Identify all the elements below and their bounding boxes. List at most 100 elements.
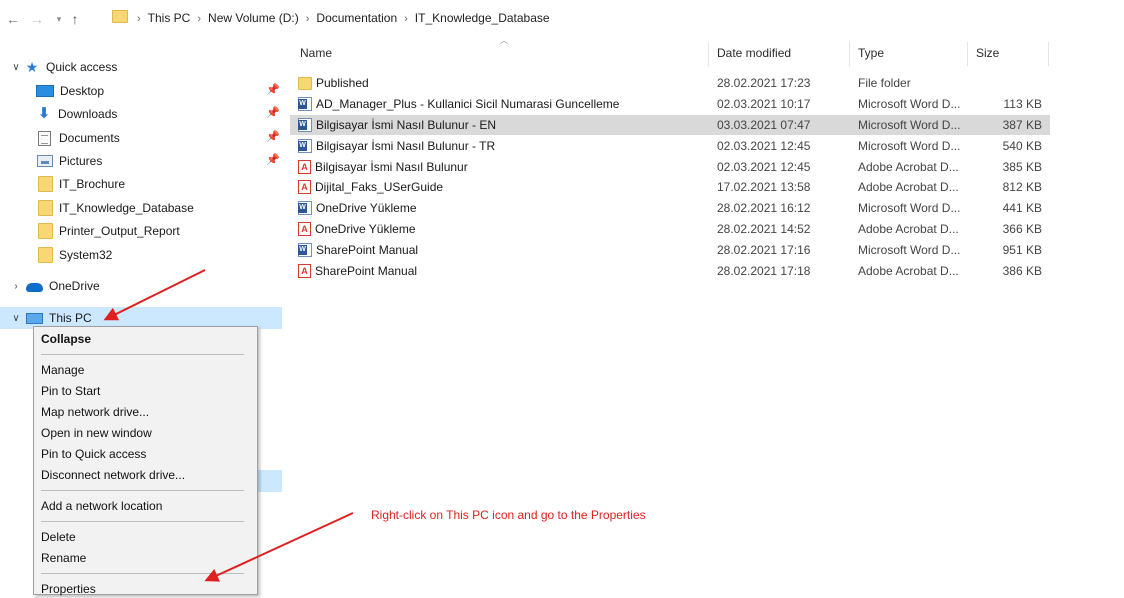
file-name-cell: Bilgisayar İsmi Nasıl Bulunur bbox=[298, 159, 468, 174]
file-name: Bilgisayar İsmi Nasıl Bulunur - EN bbox=[316, 117, 497, 132]
menu-item-rename[interactable]: Rename bbox=[34, 548, 257, 569]
table-row[interactable]: OneDrive Yükleme 28.02.2021 16:12 Micros… bbox=[290, 198, 1050, 219]
file-name: SharePoint Manual bbox=[316, 242, 419, 257]
column-divider[interactable] bbox=[967, 42, 968, 66]
column-header-date-modified[interactable]: Date modified bbox=[717, 46, 791, 60]
table-row[interactable]: Bilgisayar İsmi Nasıl Bulunur 02.03.2021… bbox=[290, 156, 1050, 177]
table-row-selected[interactable]: Bilgisayar İsmi Nasıl Bulunur - EN 03.03… bbox=[290, 114, 1050, 136]
file-name-cell: Bilgisayar İsmi Nasıl Bulunur - EN bbox=[298, 117, 497, 132]
address-bar: ← → ▾ ↑ › This PC › New Volume (D:) › Documen… bbox=[0, 0, 1124, 40]
file-name: OneDrive Yükleme bbox=[315, 221, 416, 236]
menu-separator bbox=[41, 354, 244, 355]
folder-icon bbox=[298, 76, 312, 90]
annotation-text: Right-click on This PC icon and go to th… bbox=[371, 508, 646, 522]
breadcrumb-documentation[interactable]: Documentation bbox=[316, 11, 397, 25]
back-arrow-icon[interactable]: ← bbox=[4, 9, 22, 29]
sidebar-item-label: IT_Brochure bbox=[59, 177, 126, 191]
sidebar-item-desktop[interactable]: Desktop 📌 bbox=[0, 80, 282, 102]
menu-item-pin-to-quick-access[interactable]: Pin to Quick access bbox=[34, 444, 257, 465]
breadcrumb-this-pc[interactable]: This PC bbox=[148, 11, 191, 25]
menu-item-delete[interactable]: Delete bbox=[34, 527, 257, 548]
menu-item-properties[interactable]: Properties bbox=[34, 579, 257, 598]
sidebar-item-quick-access[interactable]: ∨ ★ Quick access bbox=[0, 56, 282, 78]
menu-separator bbox=[41, 490, 244, 491]
table-row[interactable]: OneDrive Yükleme 28.02.2021 14:52 Adobe … bbox=[290, 219, 1050, 240]
menu-item-disconnect-network-drive[interactable]: Disconnect network drive... bbox=[34, 465, 257, 486]
menu-separator bbox=[41, 521, 244, 522]
menu-item-manage[interactable]: Manage bbox=[34, 360, 257, 381]
sidebar-item-label: Printer_Output_Report bbox=[59, 224, 180, 238]
menu-item-pin-to-start[interactable]: Pin to Start bbox=[34, 381, 257, 402]
word-document-icon bbox=[298, 138, 312, 153]
column-divider[interactable] bbox=[849, 42, 850, 66]
column-divider[interactable] bbox=[1048, 42, 1049, 66]
file-name-cell: OneDrive Yükleme bbox=[298, 221, 416, 236]
file-size: 540 KB bbox=[1002, 138, 1042, 153]
file-rows: Published 28.02.2021 17:23 File folder A… bbox=[290, 73, 1050, 281]
expand-chevron-icon[interactable]: ∨ bbox=[10, 313, 22, 324]
file-name: Published bbox=[316, 76, 369, 91]
sidebar-item-onedrive[interactable]: › OneDrive bbox=[0, 275, 282, 297]
table-row[interactable]: SharePoint Manual 28.02.2021 17:16 Micro… bbox=[290, 239, 1050, 260]
expand-chevron-icon[interactable]: ∨ bbox=[10, 62, 22, 73]
breadcrumb-it-knowledge-database[interactable]: IT_Knowledge_Database bbox=[415, 11, 550, 25]
sidebar-item-label: Pictures bbox=[59, 154, 103, 168]
date-modified: 28.02.2021 17:16 bbox=[717, 242, 811, 257]
hovered-sidebar-item[interactable] bbox=[256, 470, 282, 492]
sidebar-item-label: OneDrive bbox=[49, 279, 100, 293]
up-arrow-icon[interactable]: ↑ bbox=[66, 9, 84, 29]
file-name: Bilgisayar İsmi Nasıl Bulunur - TR bbox=[316, 138, 496, 153]
collapsed-chevron-icon[interactable]: › bbox=[10, 281, 22, 292]
sidebar-item-it-brochure[interactable]: IT_Brochure bbox=[0, 173, 282, 195]
forward-arrow-icon[interactable]: → bbox=[28, 9, 46, 29]
sidebar-item-it-knowledge-database[interactable]: IT_Knowledge_Database bbox=[0, 197, 282, 219]
table-row[interactable]: SharePoint Manual 28.02.2021 17:18 Adobe… bbox=[290, 260, 1050, 281]
table-row[interactable]: Dijital_Faks_USerGuide 17.02.2021 13:58 … bbox=[290, 177, 1050, 198]
sidebar-item-pictures[interactable]: Pictures 📌 bbox=[0, 150, 282, 172]
file-name: Dijital_Faks_USerGuide bbox=[315, 180, 444, 195]
star-icon: ★ bbox=[25, 59, 39, 75]
sidebar-item-documents[interactable]: Documents 📌 bbox=[0, 127, 282, 149]
file-type: Adobe Acrobat D... bbox=[858, 221, 959, 236]
menu-separator bbox=[41, 573, 244, 574]
table-row[interactable]: AD_Manager_Plus - Kullanici Sicil Numara… bbox=[290, 94, 1050, 115]
file-size: 951 KB bbox=[1002, 242, 1042, 257]
menu-item-map-network-drive[interactable]: Map network drive... bbox=[34, 402, 257, 423]
date-modified: 02.03.2021 12:45 bbox=[717, 159, 811, 174]
file-type: Adobe Acrobat D... bbox=[858, 180, 959, 195]
breadcrumb: › This PC › New Volume (D:) › Documentation › I… bbox=[130, 11, 550, 25]
sidebar-item-downloads[interactable]: ⬇ Downloads 📌 bbox=[0, 103, 282, 125]
table-row[interactable]: Bilgisayar İsmi Nasıl Bulunur - TR 02.03… bbox=[290, 135, 1050, 156]
column-divider[interactable] bbox=[708, 42, 709, 66]
sidebar-item-label: Desktop bbox=[60, 84, 105, 98]
column-header-type[interactable]: Type bbox=[858, 46, 884, 60]
file-name: OneDrive Yükleme bbox=[316, 201, 417, 216]
file-size: 385 KB bbox=[1002, 159, 1042, 174]
pdf-document-icon bbox=[298, 159, 311, 174]
desktop-icon bbox=[36, 85, 54, 97]
menu-item-open-in-new-window[interactable]: Open in new window bbox=[34, 423, 257, 444]
folder-icon bbox=[38, 247, 53, 263]
computer-icon bbox=[26, 312, 43, 324]
folder-icon bbox=[38, 200, 53, 216]
file-name-cell: Published bbox=[298, 76, 369, 90]
date-modified: 28.02.2021 17:18 bbox=[717, 263, 811, 278]
menu-item-collapse[interactable]: Collapse bbox=[34, 329, 257, 350]
file-size: 366 KB bbox=[1002, 221, 1042, 236]
file-name-cell: SharePoint Manual bbox=[298, 242, 419, 257]
file-name-cell: Bilgisayar İsmi Nasıl Bulunur - TR bbox=[298, 138, 496, 153]
file-type: File folder bbox=[858, 76, 911, 91]
date-modified: 17.02.2021 13:58 bbox=[717, 180, 811, 195]
column-header-size[interactable]: Size bbox=[976, 46, 999, 60]
table-row[interactable]: Published 28.02.2021 17:23 File folder bbox=[290, 73, 1050, 94]
file-type: Microsoft Word D... bbox=[858, 97, 961, 112]
file-type: Adobe Acrobat D... bbox=[858, 159, 959, 174]
menu-item-add-network-location[interactable]: Add a network location bbox=[34, 496, 257, 517]
sidebar-item-system32[interactable]: System32 bbox=[0, 244, 282, 266]
column-header-name[interactable]: Name bbox=[300, 46, 332, 60]
word-document-icon bbox=[298, 201, 312, 216]
sidebar-item-printer-output-report[interactable]: Printer_Output_Report bbox=[0, 220, 282, 242]
documents-icon bbox=[38, 130, 51, 146]
breadcrumb-new-volume[interactable]: New Volume (D:) bbox=[208, 11, 299, 25]
pdf-document-icon bbox=[298, 180, 311, 195]
